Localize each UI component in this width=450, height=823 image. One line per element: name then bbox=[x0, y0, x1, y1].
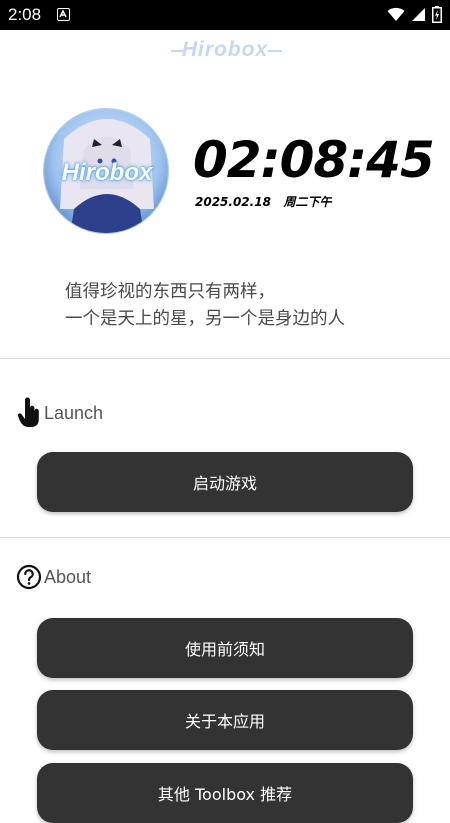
quote: 值得珍视的东西只有两样， 一个是天上的星，另一个是身边的人 bbox=[65, 279, 425, 333]
status-bar: 2:08 bbox=[0, 0, 450, 30]
launch-section-header: Launch bbox=[16, 397, 103, 429]
divider bbox=[0, 537, 450, 538]
about-section-label: About bbox=[44, 566, 92, 587]
launch-section-label: Launch bbox=[44, 402, 104, 423]
logo-decor-right bbox=[268, 50, 282, 52]
other-toolbox-button[interactable]: 其他 Toolbox 推荐 bbox=[37, 763, 413, 823]
quote-line-2: 一个是天上的星，另一个是身边的人 bbox=[65, 309, 345, 329]
question-circle-icon bbox=[16, 564, 42, 590]
app-notification-icon bbox=[57, 8, 70, 21]
hand-pointer-icon bbox=[17, 397, 39, 427]
quote-line-1: 值得珍视的东西只有两样， bbox=[65, 282, 275, 302]
avatar-overlay-text: Hirobox bbox=[61, 159, 153, 186]
about-app-button[interactable]: 关于本应用 bbox=[37, 690, 413, 750]
avatar: Hirobox bbox=[43, 108, 169, 234]
usage-notice-button[interactable]: 使用前须知 bbox=[37, 618, 413, 678]
app-logo: Hirobox bbox=[181, 38, 269, 61]
battery-icon bbox=[432, 6, 442, 23]
divider bbox=[0, 358, 450, 359]
clock-date: 2025.02.18 周二下午 bbox=[195, 193, 331, 210]
wifi-icon bbox=[387, 7, 405, 21]
signal-icon bbox=[412, 8, 425, 21]
weekday-text: 周二下午 bbox=[283, 195, 332, 209]
start-game-button[interactable]: 启动游戏 bbox=[37, 452, 413, 512]
about-section-header: About bbox=[16, 564, 91, 590]
date-text: 2025.02.18 bbox=[195, 195, 271, 209]
status-time: 2:08 bbox=[8, 5, 42, 24]
clock-time: 02:08:45 bbox=[193, 131, 435, 189]
